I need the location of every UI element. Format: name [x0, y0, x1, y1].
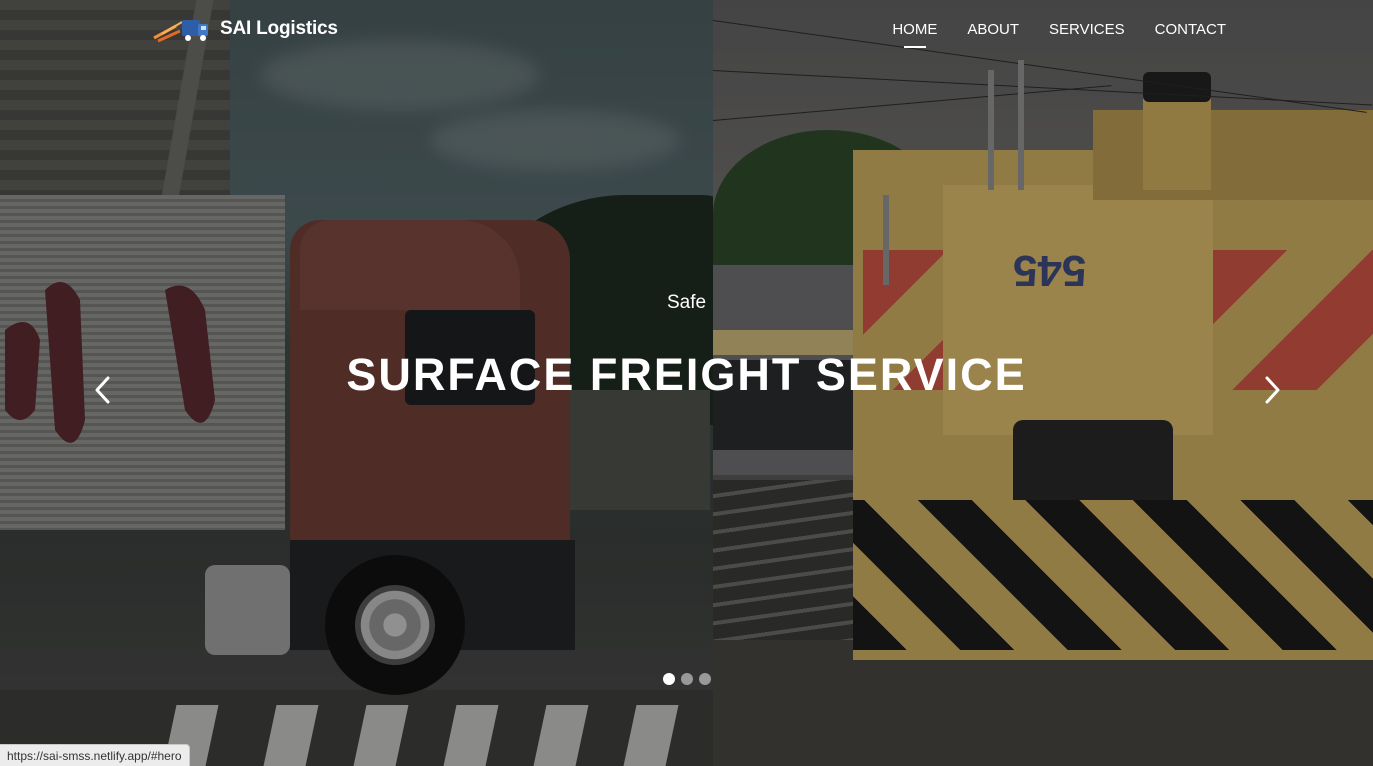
chevron-left-icon [95, 376, 110, 404]
nav-services[interactable]: SERVICES [1049, 21, 1125, 44]
main-nav: HOME ABOUT SERVICES CONTACT [892, 21, 1226, 44]
brand-name: SAI Logistics [220, 18, 338, 39]
carousel-next-button[interactable] [1257, 370, 1287, 410]
carousel-dot-1[interactable] [663, 673, 675, 685]
chevron-right-icon [1265, 376, 1280, 404]
status-bar-url: https://sai-smss.netlify.app/#hero [0, 744, 190, 766]
hero-carousel: 545 SAI Logistics HOME ABOUT SERVICES CO… [0, 0, 1373, 766]
carousel-dot-3[interactable] [699, 673, 711, 685]
hero-subtitle: Safe [666, 292, 707, 313]
carousel-prev-button[interactable] [88, 370, 118, 410]
carousel-dot-2[interactable] [681, 673, 693, 685]
truck-logo-icon [153, 20, 208, 43]
hero-title: SURFACE FREIGHT SERVICE [346, 349, 1027, 400]
nav-contact[interactable]: CONTACT [1155, 21, 1226, 44]
brand[interactable]: SAI Logistics [152, 14, 338, 44]
nav-home[interactable]: HOME [892, 21, 937, 44]
nav-about[interactable]: ABOUT [967, 21, 1019, 44]
carousel-indicators [663, 673, 711, 685]
